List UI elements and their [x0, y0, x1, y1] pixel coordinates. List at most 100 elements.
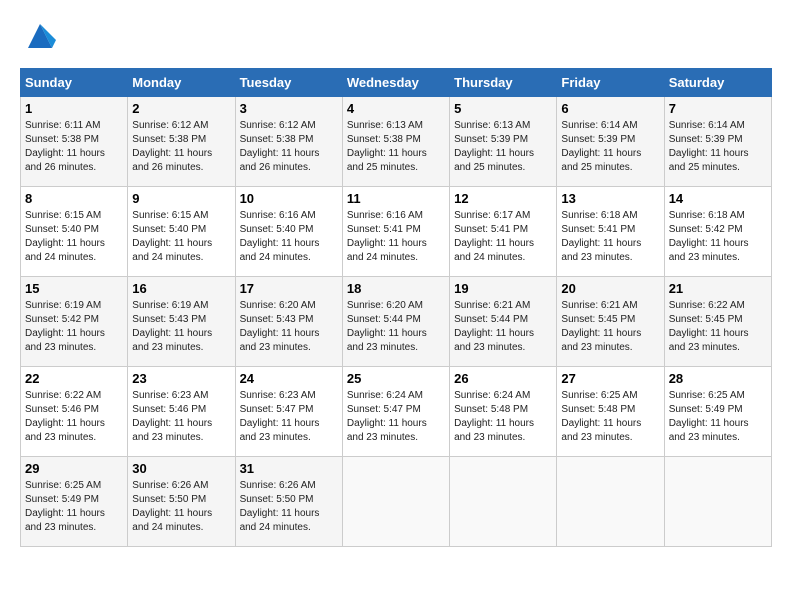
calendar-cell: 30 Sunrise: 6:26 AM Sunset: 5:50 PM Dayl…	[128, 457, 235, 547]
day-info: Sunrise: 6:14 AM Sunset: 5:39 PM Dayligh…	[669, 119, 767, 175]
day-number: 11	[347, 191, 445, 206]
day-number: 4	[347, 101, 445, 116]
day-info: Sunrise: 6:13 AM Sunset: 5:39 PM Dayligh…	[454, 119, 552, 175]
calendar-cell: 10 Sunrise: 6:16 AM Sunset: 5:40 PM Dayl…	[235, 187, 342, 277]
calendar-cell: 23 Sunrise: 6:23 AM Sunset: 5:46 PM Dayl…	[128, 367, 235, 457]
col-header-friday: Friday	[557, 69, 664, 97]
calendar-cell: 3 Sunrise: 6:12 AM Sunset: 5:38 PM Dayli…	[235, 97, 342, 187]
day-number: 8	[25, 191, 123, 206]
col-header-saturday: Saturday	[664, 69, 771, 97]
day-number: 14	[669, 191, 767, 206]
day-info: Sunrise: 6:21 AM Sunset: 5:45 PM Dayligh…	[561, 299, 659, 355]
day-info: Sunrise: 6:22 AM Sunset: 5:46 PM Dayligh…	[25, 389, 123, 445]
col-header-monday: Monday	[128, 69, 235, 97]
calendar-cell: 28 Sunrise: 6:25 AM Sunset: 5:49 PM Dayl…	[664, 367, 771, 457]
logo-icon	[24, 20, 56, 52]
day-info: Sunrise: 6:24 AM Sunset: 5:48 PM Dayligh…	[454, 389, 552, 445]
calendar-cell: 14 Sunrise: 6:18 AM Sunset: 5:42 PM Dayl…	[664, 187, 771, 277]
calendar-cell: 25 Sunrise: 6:24 AM Sunset: 5:47 PM Dayl…	[342, 367, 449, 457]
calendar-cell	[664, 457, 771, 547]
day-info: Sunrise: 6:21 AM Sunset: 5:44 PM Dayligh…	[454, 299, 552, 355]
day-number: 24	[240, 371, 338, 386]
day-info: Sunrise: 6:23 AM Sunset: 5:47 PM Dayligh…	[240, 389, 338, 445]
day-info: Sunrise: 6:22 AM Sunset: 5:45 PM Dayligh…	[669, 299, 767, 355]
day-number: 22	[25, 371, 123, 386]
day-info: Sunrise: 6:25 AM Sunset: 5:49 PM Dayligh…	[669, 389, 767, 445]
day-info: Sunrise: 6:18 AM Sunset: 5:42 PM Dayligh…	[669, 209, 767, 265]
day-info: Sunrise: 6:19 AM Sunset: 5:42 PM Dayligh…	[25, 299, 123, 355]
day-info: Sunrise: 6:16 AM Sunset: 5:40 PM Dayligh…	[240, 209, 338, 265]
calendar-cell: 13 Sunrise: 6:18 AM Sunset: 5:41 PM Dayl…	[557, 187, 664, 277]
day-number: 30	[132, 461, 230, 476]
day-number: 21	[669, 281, 767, 296]
day-info: Sunrise: 6:24 AM Sunset: 5:47 PM Dayligh…	[347, 389, 445, 445]
calendar-cell: 16 Sunrise: 6:19 AM Sunset: 5:43 PM Dayl…	[128, 277, 235, 367]
day-number: 1	[25, 101, 123, 116]
day-info: Sunrise: 6:26 AM Sunset: 5:50 PM Dayligh…	[132, 479, 230, 535]
calendar-cell: 1 Sunrise: 6:11 AM Sunset: 5:38 PM Dayli…	[21, 97, 128, 187]
day-number: 28	[669, 371, 767, 386]
day-info: Sunrise: 6:16 AM Sunset: 5:41 PM Dayligh…	[347, 209, 445, 265]
day-number: 27	[561, 371, 659, 386]
day-number: 6	[561, 101, 659, 116]
day-number: 25	[347, 371, 445, 386]
day-number: 3	[240, 101, 338, 116]
day-info: Sunrise: 6:25 AM Sunset: 5:49 PM Dayligh…	[25, 479, 123, 535]
calendar-cell: 12 Sunrise: 6:17 AM Sunset: 5:41 PM Dayl…	[450, 187, 557, 277]
calendar-cell: 8 Sunrise: 6:15 AM Sunset: 5:40 PM Dayli…	[21, 187, 128, 277]
page-header	[20, 20, 772, 52]
day-number: 2	[132, 101, 230, 116]
day-number: 7	[669, 101, 767, 116]
calendar-cell: 17 Sunrise: 6:20 AM Sunset: 5:43 PM Dayl…	[235, 277, 342, 367]
day-number: 16	[132, 281, 230, 296]
calendar-cell: 15 Sunrise: 6:19 AM Sunset: 5:42 PM Dayl…	[21, 277, 128, 367]
calendar-cell	[342, 457, 449, 547]
day-info: Sunrise: 6:18 AM Sunset: 5:41 PM Dayligh…	[561, 209, 659, 265]
day-info: Sunrise: 6:14 AM Sunset: 5:39 PM Dayligh…	[561, 119, 659, 175]
day-number: 10	[240, 191, 338, 206]
day-info: Sunrise: 6:11 AM Sunset: 5:38 PM Dayligh…	[25, 119, 123, 175]
day-info: Sunrise: 6:15 AM Sunset: 5:40 PM Dayligh…	[132, 209, 230, 265]
day-number: 12	[454, 191, 552, 206]
calendar-cell: 2 Sunrise: 6:12 AM Sunset: 5:38 PM Dayli…	[128, 97, 235, 187]
day-info: Sunrise: 6:26 AM Sunset: 5:50 PM Dayligh…	[240, 479, 338, 535]
col-header-tuesday: Tuesday	[235, 69, 342, 97]
day-info: Sunrise: 6:19 AM Sunset: 5:43 PM Dayligh…	[132, 299, 230, 355]
day-info: Sunrise: 6:15 AM Sunset: 5:40 PM Dayligh…	[25, 209, 123, 265]
day-info: Sunrise: 6:12 AM Sunset: 5:38 PM Dayligh…	[240, 119, 338, 175]
day-number: 31	[240, 461, 338, 476]
day-number: 18	[347, 281, 445, 296]
day-info: Sunrise: 6:17 AM Sunset: 5:41 PM Dayligh…	[454, 209, 552, 265]
calendar-cell	[450, 457, 557, 547]
day-number: 29	[25, 461, 123, 476]
calendar-cell: 24 Sunrise: 6:23 AM Sunset: 5:47 PM Dayl…	[235, 367, 342, 457]
day-info: Sunrise: 6:23 AM Sunset: 5:46 PM Dayligh…	[132, 389, 230, 445]
day-info: Sunrise: 6:20 AM Sunset: 5:44 PM Dayligh…	[347, 299, 445, 355]
logo	[20, 20, 56, 52]
day-info: Sunrise: 6:13 AM Sunset: 5:38 PM Dayligh…	[347, 119, 445, 175]
day-info: Sunrise: 6:20 AM Sunset: 5:43 PM Dayligh…	[240, 299, 338, 355]
day-number: 19	[454, 281, 552, 296]
col-header-thursday: Thursday	[450, 69, 557, 97]
calendar-table: SundayMondayTuesdayWednesdayThursdayFrid…	[20, 68, 772, 547]
day-number: 17	[240, 281, 338, 296]
calendar-cell: 19 Sunrise: 6:21 AM Sunset: 5:44 PM Dayl…	[450, 277, 557, 367]
calendar-cell: 29 Sunrise: 6:25 AM Sunset: 5:49 PM Dayl…	[21, 457, 128, 547]
calendar-cell: 31 Sunrise: 6:26 AM Sunset: 5:50 PM Dayl…	[235, 457, 342, 547]
calendar-cell: 20 Sunrise: 6:21 AM Sunset: 5:45 PM Dayl…	[557, 277, 664, 367]
day-info: Sunrise: 6:12 AM Sunset: 5:38 PM Dayligh…	[132, 119, 230, 175]
calendar-cell: 11 Sunrise: 6:16 AM Sunset: 5:41 PM Dayl…	[342, 187, 449, 277]
col-header-sunday: Sunday	[21, 69, 128, 97]
calendar-cell: 5 Sunrise: 6:13 AM Sunset: 5:39 PM Dayli…	[450, 97, 557, 187]
day-info: Sunrise: 6:25 AM Sunset: 5:48 PM Dayligh…	[561, 389, 659, 445]
day-number: 15	[25, 281, 123, 296]
day-number: 20	[561, 281, 659, 296]
day-number: 13	[561, 191, 659, 206]
day-number: 9	[132, 191, 230, 206]
calendar-cell: 21 Sunrise: 6:22 AM Sunset: 5:45 PM Dayl…	[664, 277, 771, 367]
day-number: 26	[454, 371, 552, 386]
calendar-cell: 18 Sunrise: 6:20 AM Sunset: 5:44 PM Dayl…	[342, 277, 449, 367]
day-number: 23	[132, 371, 230, 386]
calendar-cell: 27 Sunrise: 6:25 AM Sunset: 5:48 PM Dayl…	[557, 367, 664, 457]
calendar-cell: 6 Sunrise: 6:14 AM Sunset: 5:39 PM Dayli…	[557, 97, 664, 187]
